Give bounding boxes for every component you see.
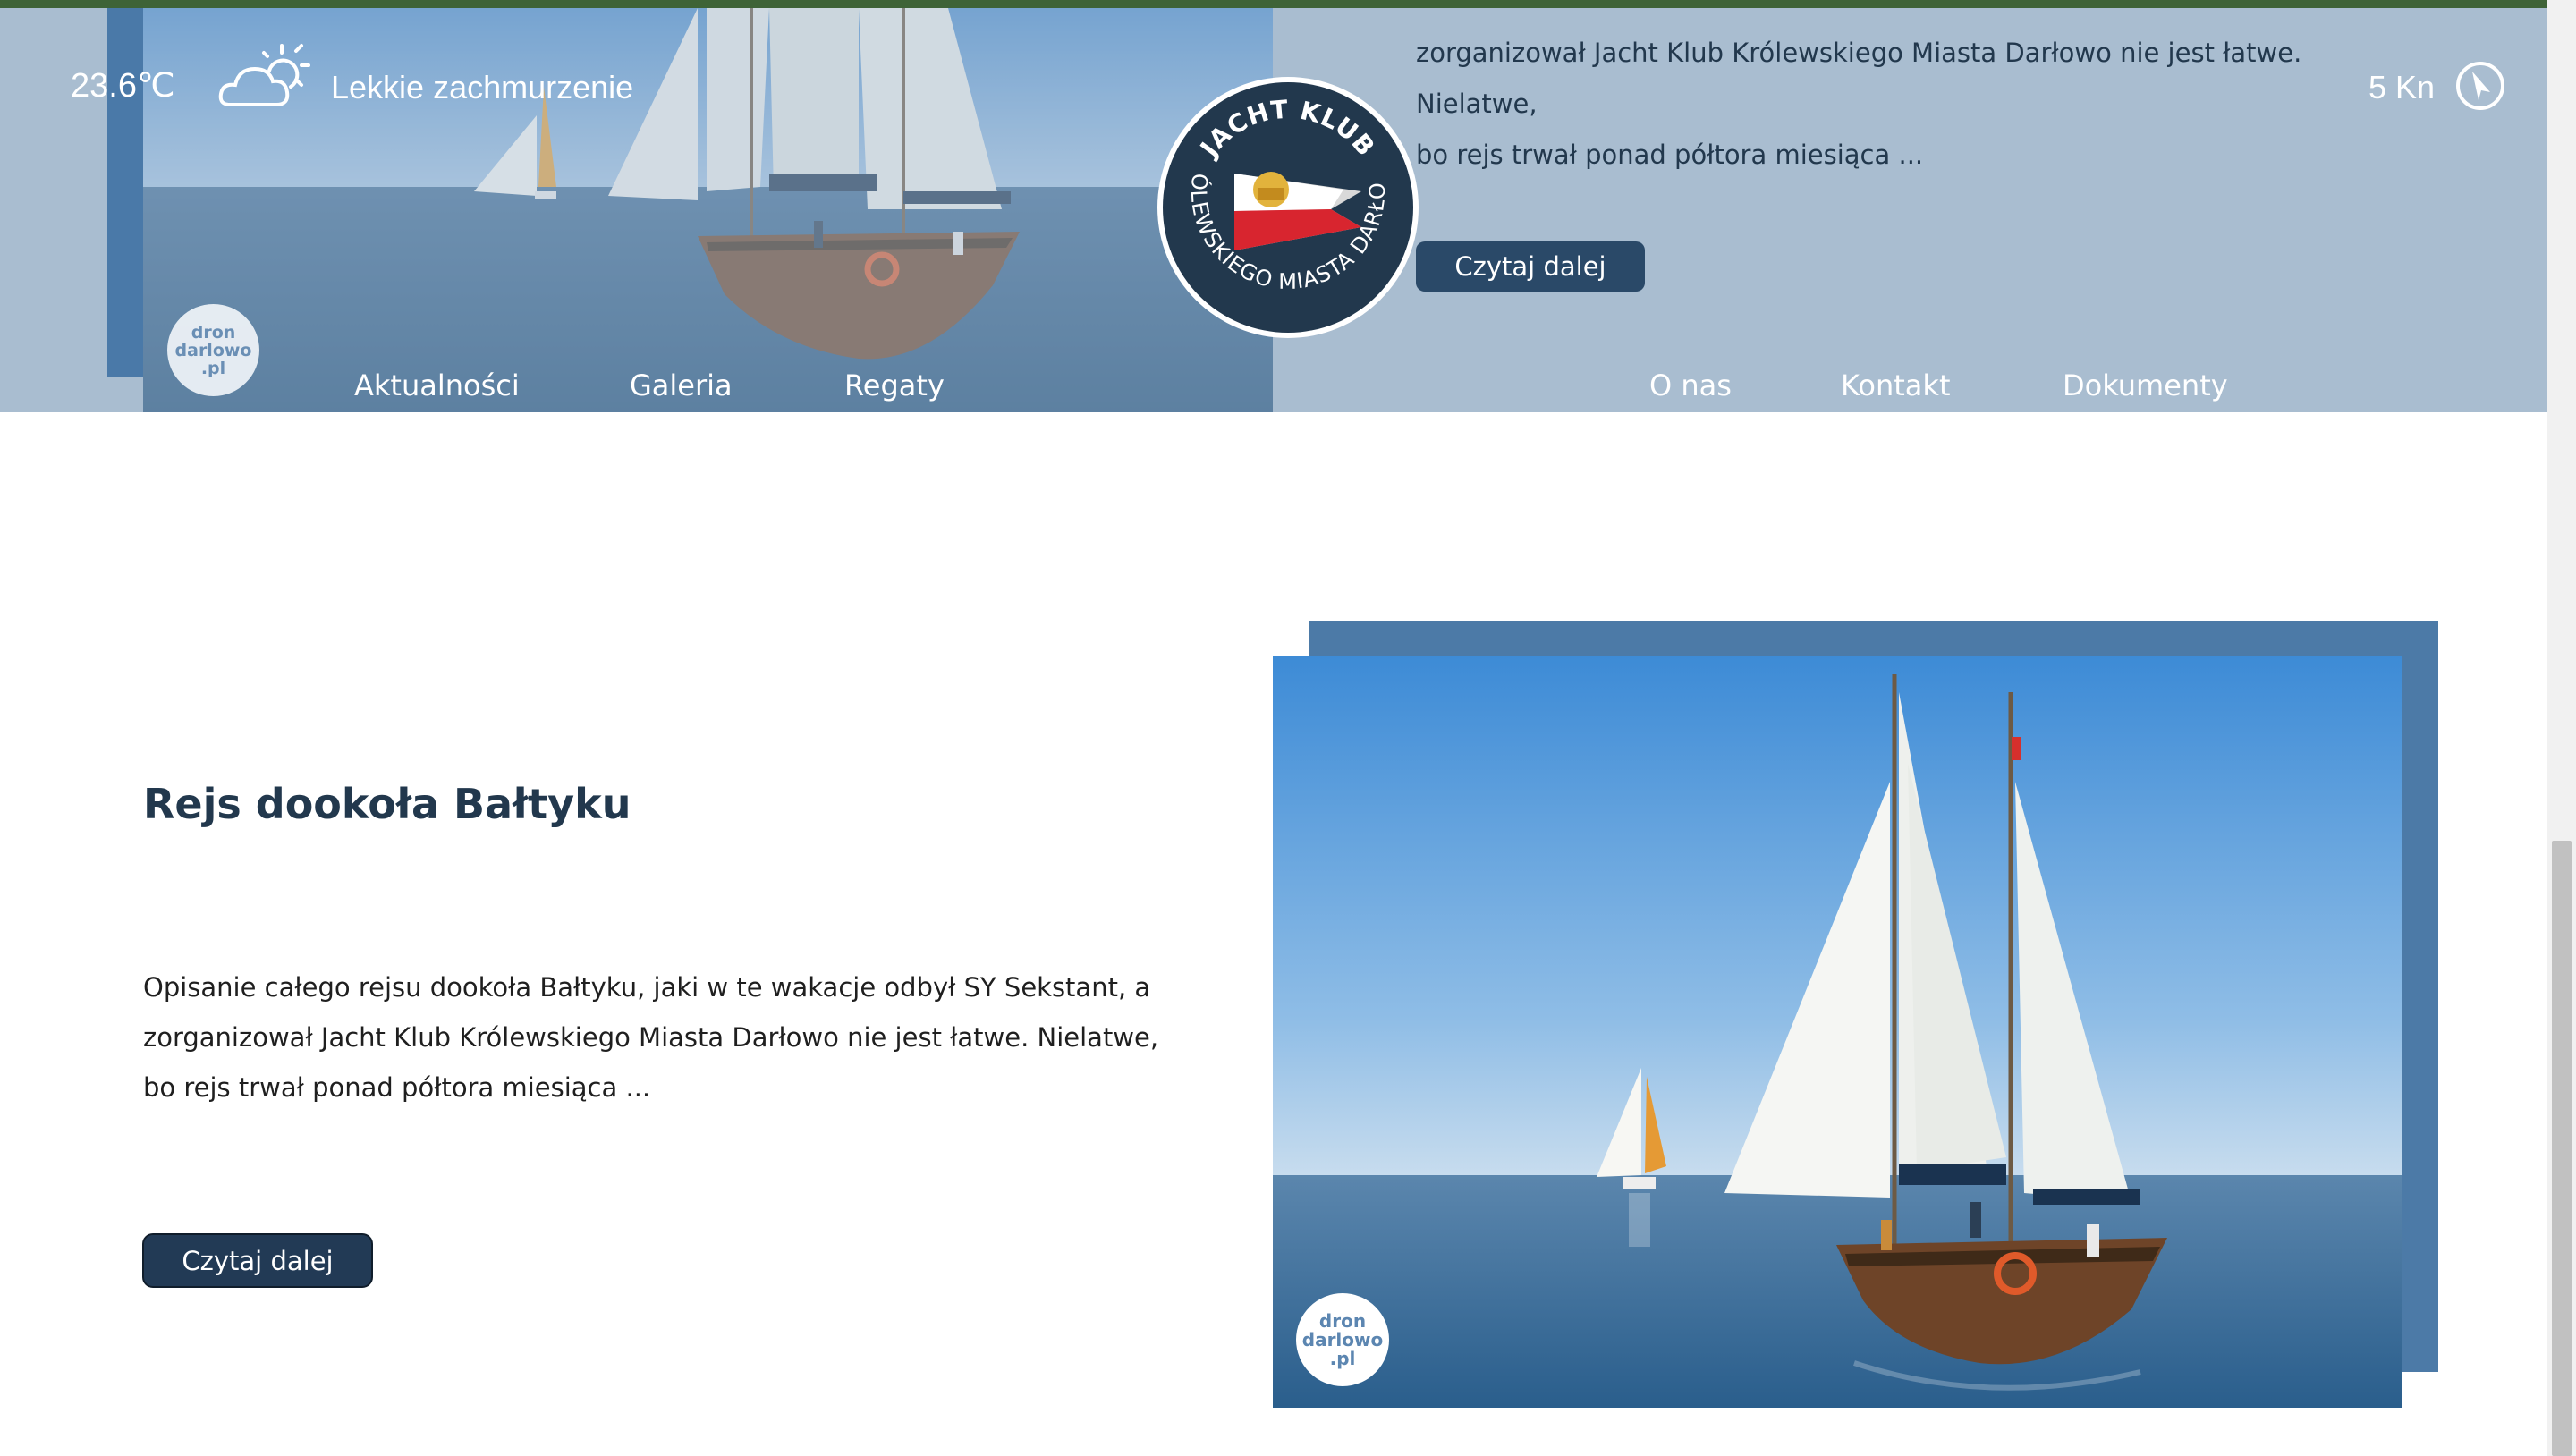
header-post-excerpt: zorganizował Jacht Klub Królewskiego Mia…	[1416, 28, 2418, 181]
header-photo-tint	[143, 8, 1273, 412]
post-excerpt-line: Opisanie całego rejsu dookoła Bałtyku, j…	[143, 972, 1151, 1003]
header-excerpt-line: bo rejs trwał ponad półtora miesiąca ...	[1416, 140, 1924, 170]
nav-item-regaty[interactable]: Regaty	[844, 368, 945, 402]
wind-direction-icon	[2456, 62, 2504, 110]
top-accent-line	[0, 0, 2576, 8]
read-more-button[interactable]: Czytaj dalej	[142, 1233, 373, 1288]
weather-description: Lekkie zachmurzenie	[331, 69, 634, 106]
post-photo-sailing-yacht[interactable]	[1273, 656, 2402, 1408]
partly-cloudy-icon	[218, 44, 310, 106]
header-accent-bar	[107, 8, 143, 377]
dron-darlowo-watermark: dron darlowo .pl	[1296, 1293, 1389, 1386]
site-header: dron darlowo .pl 23.6℃ Lekkie zachmurzenie…	[0, 8, 2547, 412]
nav-item-kontakt[interactable]: Kontakt	[1841, 368, 1950, 402]
post-excerpt-line: zorganizował Jacht Klub Królewskiego Mia…	[143, 1022, 1159, 1053]
nav-item-o-nas[interactable]: O nas	[1649, 368, 1732, 402]
scrollbar-thumb[interactable]	[2552, 841, 2572, 1456]
jacht-klub-logo[interactable]: JACHT KLUB KRÓLEWSKIEGO MIASTA DARŁOWO	[1156, 75, 1420, 340]
header-excerpt-line: zorganizował Jacht Klub Królewskiego Mia…	[1416, 38, 2302, 119]
weather-temperature: 23.6℃	[71, 67, 175, 105]
post-title[interactable]: Rejs dookoła Bałtyku	[143, 780, 631, 828]
post-excerpt-line: bo rejs trwał ponad półtora miesiąca ...	[143, 1072, 651, 1103]
dron-darlowo-watermark: dron darlowo .pl	[167, 304, 259, 396]
nav-item-dokumenty[interactable]: Dokumenty	[2063, 368, 2228, 402]
post-excerpt: Opisanie całego rejsu dookoła Bałtyku, j…	[143, 962, 1163, 1113]
nav-item-aktualnosci[interactable]: Aktualności	[354, 368, 520, 402]
nav-item-galeria[interactable]: Galeria	[630, 368, 733, 402]
header-read-more-button[interactable]: Czytaj dalej	[1416, 241, 1645, 292]
